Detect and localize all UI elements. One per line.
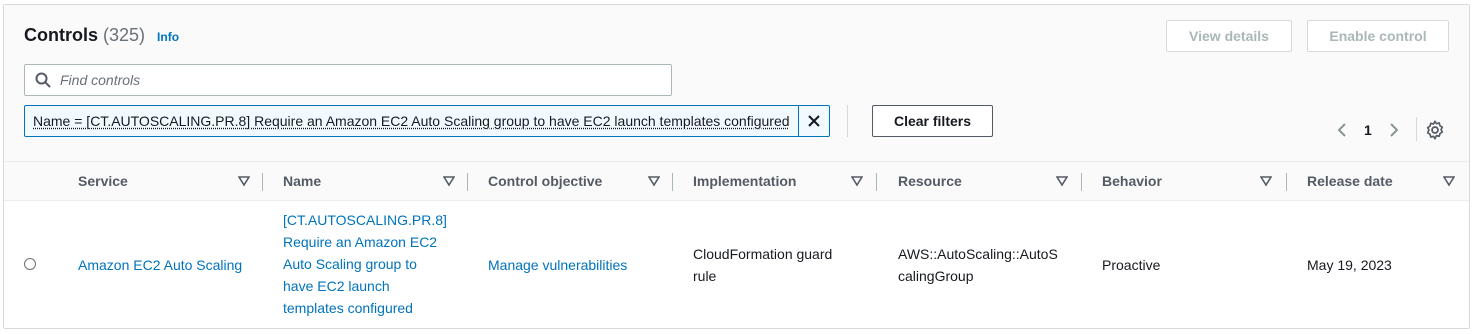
service-link[interactable]: Amazon EC2 Auto Scaling [78,254,258,276]
controls-header: Controls (325) Info View details Enable … [4,5,1469,162]
page-title: Controls [24,25,98,45]
filter-divider [847,105,848,137]
column-header-resource[interactable]: Resource [898,162,1068,200]
filter-token-label[interactable]: Name = [CT.AUTOSCALING.PR.8] Require an … [25,106,798,136]
column-header-release-date[interactable]: Release date [1307,162,1455,200]
sort-caret-icon [1260,176,1272,187]
close-icon [807,115,820,127]
column-header-behavior[interactable]: Behavior [1102,162,1272,200]
gear-icon[interactable] [1424,119,1446,141]
previous-page-button[interactable] [1330,118,1354,142]
controls-panel: Controls (325) Info View details Enable … [3,4,1470,329]
filter-token: Name = [CT.AUTOSCALING.PR.8] Require an … [24,105,830,137]
filter-token-dismiss-button[interactable] [797,106,829,136]
column-divider[interactable] [876,173,877,191]
control-name-link[interactable]: [CT.AUTOSCALING.PR.8] Require an Amazon … [283,209,448,319]
column-divider[interactable] [672,173,673,191]
search-box [24,64,672,96]
controls-count: (325) [103,25,146,45]
search-input[interactable] [58,71,662,89]
resource-value: AWS::AutoScaling::AutoScalingGroup [898,246,1058,284]
column-label: Resource [898,173,962,189]
sort-caret-icon [443,176,455,187]
release-date-value: May 19, 2023 [1307,257,1392,273]
column-header-implementation[interactable]: Implementation [693,162,863,200]
column-divider[interactable] [262,173,263,191]
row-select-radio[interactable] [24,258,36,270]
column-header-control-objective[interactable]: Control objective [488,162,660,200]
sort-caret-icon [238,176,250,187]
pagination-divider [1416,117,1417,141]
column-label: Control objective [488,173,603,189]
sort-caret-icon [1056,176,1068,187]
search-icon [35,72,51,88]
column-label: Name [283,173,322,189]
pagination: 1 [1330,118,1406,142]
clear-filters-button[interactable]: Clear filters [872,105,993,137]
column-divider[interactable] [1081,173,1082,191]
sort-caret-icon [851,176,863,187]
next-page-button[interactable] [1382,118,1406,142]
chevron-left-icon [1337,123,1346,137]
current-page-number[interactable]: 1 [1364,122,1372,138]
sort-caret-icon [1443,176,1455,187]
info-link[interactable]: Info [157,30,179,44]
column-label: Release date [1307,173,1393,189]
control-objective-link[interactable]: Manage vulnerabilities [488,254,668,276]
column-divider[interactable] [1286,173,1287,191]
column-label: Service [78,173,128,189]
chevron-right-icon [1390,123,1399,137]
column-label: Implementation [693,173,797,189]
column-divider[interactable] [467,173,468,191]
view-details-button[interactable]: View details [1166,20,1292,52]
enable-control-button[interactable]: Enable control [1307,20,1449,52]
title-row: Controls (325) Info [24,25,179,46]
table-header: Service Name Control objective Implement… [4,162,1469,201]
behavior-value: Proactive [1102,257,1161,273]
sort-caret-icon [648,176,660,187]
column-header-name[interactable]: Name [283,162,455,200]
column-label: Behavior [1102,173,1162,189]
implementation-value: CloudFormation guard rule [693,246,833,284]
column-header-service[interactable]: Service [78,162,250,200]
